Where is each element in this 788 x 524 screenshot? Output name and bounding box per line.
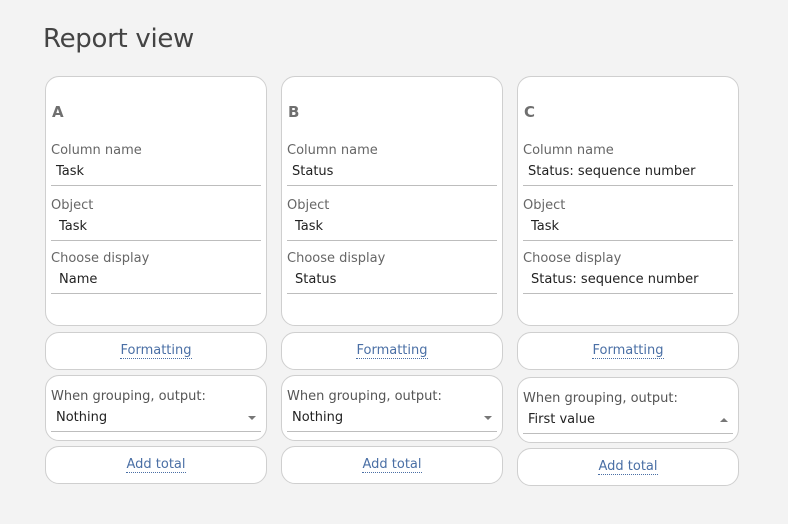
add-total-link[interactable]: Add total (126, 457, 186, 473)
column-settings-card: A Column name Task Object Task Choose di… (45, 76, 267, 326)
object-value[interactable]: Task (523, 219, 733, 241)
object-value[interactable]: Task (51, 219, 261, 241)
column-settings-card: B Column name Status Object Task Choose … (281, 76, 503, 326)
grouping-card: When grouping, output: Nothing (45, 375, 267, 441)
grouping-value: First value (528, 412, 595, 427)
display-field: Choose display Name (51, 251, 261, 294)
object-label: Object (287, 198, 330, 213)
grouping-card: When grouping, output: First value (517, 377, 739, 443)
caret-down-icon (484, 416, 492, 420)
report-column-b: B Column name Status Object Task Choose … (281, 76, 503, 484)
column-letter: C (524, 103, 536, 121)
column-name-field: Column name Status: sequence number (523, 143, 733, 186)
formatting-link[interactable]: Formatting (356, 343, 428, 359)
display-label: Choose display (287, 251, 386, 266)
formatting-card: Formatting (517, 332, 739, 370)
column-name-field: Column name Task (51, 143, 261, 186)
object-value[interactable]: Task (287, 219, 497, 241)
report-column-a: A Column name Task Object Task Choose di… (45, 76, 267, 484)
display-value[interactable]: Name (51, 272, 261, 294)
display-label: Choose display (523, 251, 622, 266)
column-name-input[interactable]: Status: sequence number (523, 164, 733, 186)
grouping-select[interactable]: First value (523, 411, 733, 434)
object-label: Object (51, 198, 94, 213)
formatting-card: Formatting (281, 332, 503, 370)
formatting-card: Formatting (45, 332, 267, 370)
grouping-label: When grouping, output: (51, 389, 206, 404)
caret-down-icon (248, 416, 256, 420)
column-name-input[interactable]: Status (287, 164, 497, 186)
grouping-label: When grouping, output: (523, 391, 678, 406)
grouping-value: Nothing (56, 410, 108, 425)
page-title: Report view (43, 24, 195, 54)
column-name-label: Column name (523, 143, 614, 158)
column-letter: B (288, 103, 300, 121)
column-name-label: Column name (51, 143, 142, 158)
display-label: Choose display (51, 251, 150, 266)
object-field: Object Task (523, 198, 733, 241)
report-column-c: C Column name Status: sequence number Ob… (517, 76, 739, 486)
column-name-label: Column name (287, 143, 378, 158)
column-settings-card: C Column name Status: sequence number Ob… (517, 76, 739, 326)
column-letter: A (52, 103, 64, 121)
add-total-link[interactable]: Add total (362, 457, 422, 473)
formatting-link[interactable]: Formatting (120, 343, 192, 359)
add-total-card: Add total (45, 446, 267, 484)
object-field: Object Task (287, 198, 497, 241)
column-name-input[interactable]: Task (51, 164, 261, 186)
grouping-card: When grouping, output: Nothing (281, 375, 503, 441)
caret-up-icon (720, 418, 728, 422)
add-total-link[interactable]: Add total (598, 459, 658, 475)
add-total-card: Add total (281, 446, 503, 484)
column-name-field: Column name Status (287, 143, 497, 186)
object-label: Object (523, 198, 566, 213)
grouping-value: Nothing (292, 410, 344, 425)
grouping-select[interactable]: Nothing (287, 409, 497, 432)
object-field: Object Task (51, 198, 261, 241)
display-value[interactable]: Status (287, 272, 497, 294)
display-field: Choose display Status (287, 251, 497, 294)
grouping-label: When grouping, output: (287, 389, 442, 404)
display-value[interactable]: Status: sequence number (523, 272, 733, 294)
display-field: Choose display Status: sequence number (523, 251, 733, 294)
formatting-link[interactable]: Formatting (592, 343, 664, 359)
add-total-card: Add total (517, 448, 739, 486)
grouping-select[interactable]: Nothing (51, 409, 261, 432)
